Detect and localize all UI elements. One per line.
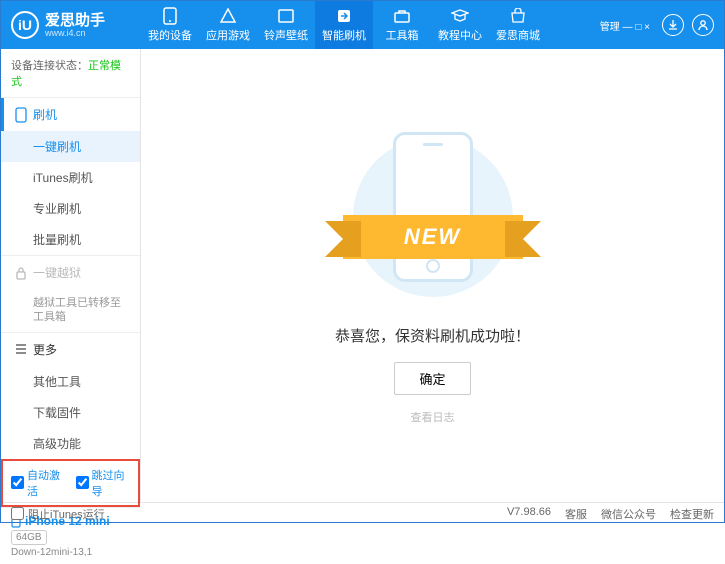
footer-wechat[interactable]: 微信公众号 <box>601 506 656 522</box>
tab-ringtones[interactable]: 铃声壁纸 <box>257 1 315 49</box>
download-icon[interactable] <box>662 14 684 36</box>
tab-flash[interactable]: 智能刷机 <box>315 1 373 49</box>
version-label: V7.98.66 <box>507 506 551 522</box>
sidebar-item-oneclick-flash[interactable]: 一键刷机 <box>1 131 140 162</box>
menu-icon <box>15 343 27 355</box>
device-storage: 64GB <box>11 530 47 545</box>
sidebar-item-other-tools[interactable]: 其他工具 <box>1 366 140 397</box>
device-status: 设备连接状态：正常模式 <box>1 49 140 97</box>
success-message: 恭喜您，保资料刷机成功啦！ <box>335 325 530 346</box>
lock-icon <box>15 266 27 280</box>
store-icon <box>509 7 527 25</box>
phone-icon <box>15 107 27 123</box>
toolbox-icon <box>393 7 411 25</box>
footer-update[interactable]: 检查更新 <box>670 506 714 522</box>
header-right: 管理 — □ × <box>600 14 724 36</box>
device-model: Down-12mini-13,1 <box>11 547 130 558</box>
sidebar-item-itunes-flash[interactable]: iTunes刷机 <box>1 162 140 193</box>
checkbox-skip-guide[interactable]: 跳过向导 <box>76 467 131 499</box>
sidebar-item-advanced[interactable]: 高级功能 <box>1 428 140 459</box>
new-ribbon: NEW <box>343 215 523 259</box>
apps-icon <box>219 7 237 25</box>
checkbox-auto-activate[interactable]: 自动激活 <box>11 467 66 499</box>
ok-button[interactable]: 确定 <box>394 362 470 395</box>
tab-apps[interactable]: 应用游戏 <box>199 1 257 49</box>
success-illustration: NEW <box>348 127 518 307</box>
checkbox-block-itunes[interactable]: 阻止iTunes运行 <box>11 506 105 522</box>
logo-icon: iU <box>11 11 39 39</box>
sidebar-jailbreak-header[interactable]: 一键越狱 <box>1 256 140 289</box>
tab-my-device[interactable]: 我的设备 <box>141 1 199 49</box>
phone-icon <box>161 7 179 25</box>
app-name: 爱思助手 <box>45 13 105 28</box>
sidebar-jailbreak-note: 越狱工具已转移至工具箱 <box>1 289 140 332</box>
tutorial-icon <box>451 7 469 25</box>
window-controls[interactable]: 管理 — □ × <box>600 18 650 33</box>
sidebar-flash-header[interactable]: 刷机 <box>1 98 140 131</box>
flash-icon <box>335 7 353 25</box>
tab-tutorials[interactable]: 教程中心 <box>431 1 489 49</box>
options-box: 自动激活 跳过向导 <box>1 459 140 507</box>
app-url: www.i4.cn <box>45 28 105 38</box>
main-content: NEW 恭喜您，保资料刷机成功啦！ 确定 查看日志 <box>141 49 724 502</box>
footer-service[interactable]: 客服 <box>565 506 587 522</box>
app-header: iU 爱思助手 www.i4.cn 我的设备 应用游戏 铃声壁纸 智能刷机 工具… <box>1 1 724 49</box>
logo: iU 爱思助手 www.i4.cn <box>1 11 141 39</box>
user-icon[interactable] <box>692 14 714 36</box>
wallpaper-icon <box>277 7 295 25</box>
sidebar: 设备连接状态：正常模式 刷机 一键刷机 iTunes刷机 专业刷机 批量刷机 一… <box>1 49 141 502</box>
view-log-link[interactable]: 查看日志 <box>411 409 455 425</box>
sidebar-item-pro-flash[interactable]: 专业刷机 <box>1 193 140 224</box>
tab-toolbox[interactable]: 工具箱 <box>373 1 431 49</box>
sidebar-more-header[interactable]: 更多 <box>1 333 140 366</box>
sidebar-item-batch-flash[interactable]: 批量刷机 <box>1 224 140 255</box>
tab-store[interactable]: 爱思商城 <box>489 1 547 49</box>
nav-tabs: 我的设备 应用游戏 铃声壁纸 智能刷机 工具箱 教程中心 爱思商城 <box>141 1 600 49</box>
sidebar-item-download-firmware[interactable]: 下载固件 <box>1 397 140 428</box>
